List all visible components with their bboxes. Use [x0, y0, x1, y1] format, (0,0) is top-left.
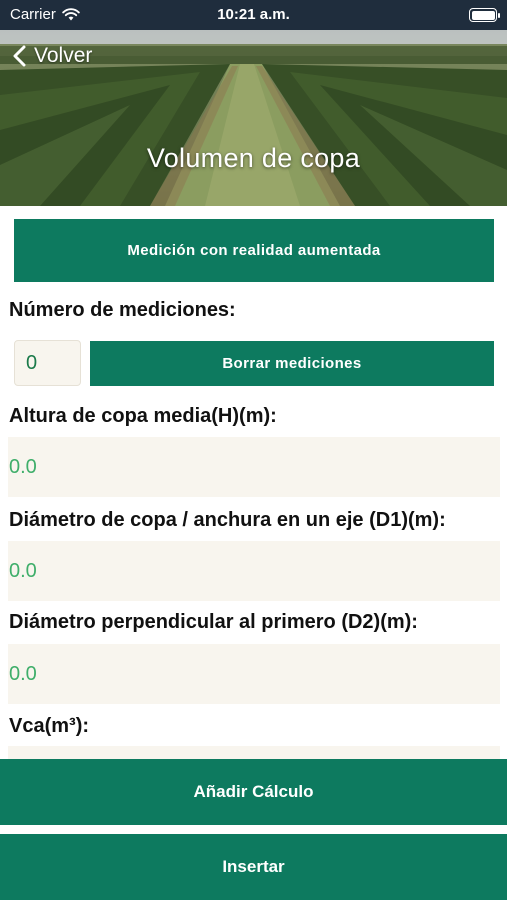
ar-measure-button[interactable]: Medición con realidad aumentada — [14, 219, 494, 282]
crown-height-input[interactable]: 0.0 — [8, 437, 500, 497]
back-label: Volver — [34, 44, 93, 67]
battery-level — [471, 10, 495, 20]
crown-diameter-d1-input[interactable]: 0.0 — [8, 541, 500, 601]
back-button[interactable]: Volver — [12, 44, 92, 68]
crown-diameter-d1-label: Diámetro de copa / anchura en un eje (D1… — [9, 509, 446, 531]
battery-icon — [469, 8, 500, 22]
crown-diameter-d2-label: Diámetro perpendicular al primero (D2)(m… — [9, 611, 418, 633]
measurements-count-field: 0 — [14, 340, 81, 386]
olive-grove-photo — [0, 0, 507, 206]
crown-height-label: Altura de copa media(H)(m): — [9, 405, 277, 427]
screen: Carrier 10:21 a.m. Volver Volumen de cop… — [0, 0, 507, 900]
status-bar: Carrier 10:21 a.m. — [0, 0, 507, 30]
crown-volume-label: Vca(m³): — [9, 715, 90, 737]
crown-diameter-d2-input[interactable]: 0.0 — [8, 644, 500, 704]
measurements-count-label: Número de mediciones: — [9, 299, 236, 321]
status-time: 10:21 a.m. — [217, 6, 290, 23]
insert-button[interactable]: Insertar — [0, 834, 507, 900]
clear-measurements-button[interactable]: Borrar mediciones — [90, 341, 494, 386]
header-banner: Carrier 10:21 a.m. Volver Volumen de cop… — [0, 0, 507, 206]
add-calculation-button[interactable]: Añadir Cálculo — [0, 759, 507, 825]
chevron-left-icon — [13, 45, 26, 67]
page-title: Volumen de copa — [146, 143, 361, 173]
